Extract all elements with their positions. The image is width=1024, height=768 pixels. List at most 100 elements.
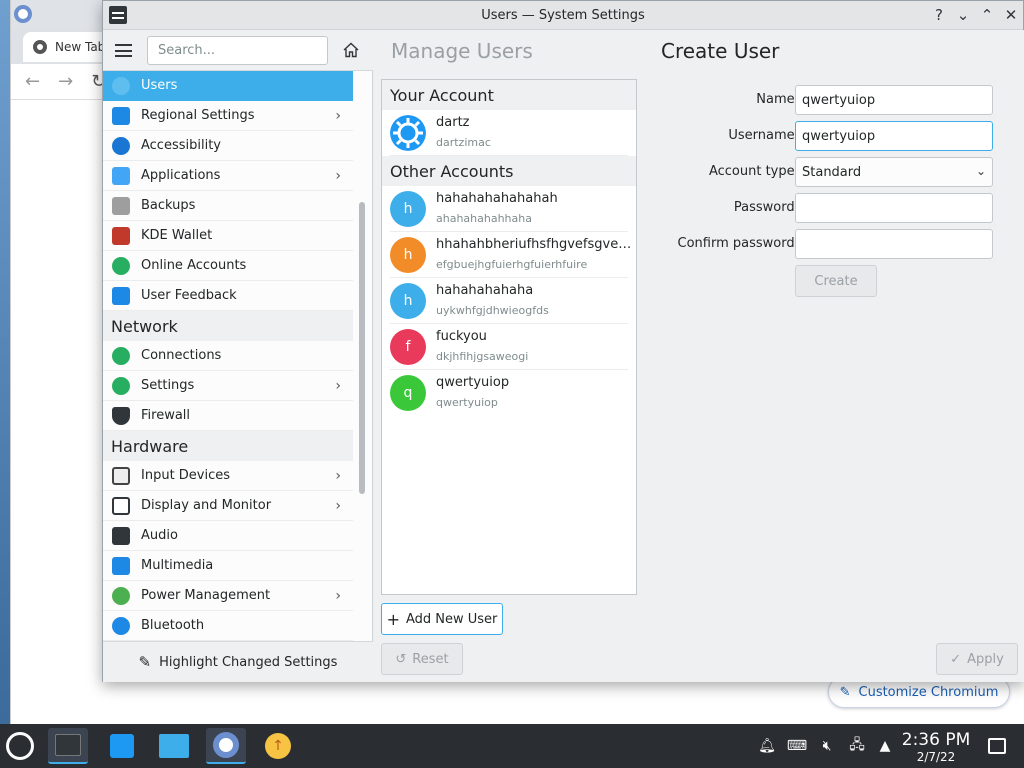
- taskbar-discover[interactable]: [102, 728, 142, 764]
- taskbar-file-manager[interactable]: [154, 728, 194, 764]
- highlight-pen-icon: ✎: [138, 653, 152, 671]
- reset-button[interactable]: ↺ Reset: [381, 643, 463, 675]
- user-login-name: efgbuejhgfuierhgfuierhfuire: [436, 258, 588, 271]
- list-item-user[interactable]: h hahahahahaha uykwhfgjdhwieogfds: [390, 278, 628, 324]
- list-item-user[interactable]: q qwertyuiop qwertyuiop: [390, 370, 628, 416]
- chevron-right-icon: ›: [335, 588, 341, 604]
- sidebar-list: Users Regional Settings › Accessibility …: [103, 71, 353, 641]
- confirm-password-label: Confirm password:: [677, 236, 799, 251]
- user-avatar: q: [390, 375, 426, 411]
- system-settings-window: Users — System Settings ? ⌄ ⌃ ✕ Users Re…: [102, 0, 1024, 682]
- create-button[interactable]: Create: [795, 265, 877, 297]
- list-item-user[interactable]: h hahahahahahahah ahahahahahhaha: [390, 186, 628, 232]
- sidebar-category-hardware: Hardware: [103, 431, 353, 461]
- show-desktop-icon[interactable]: [988, 738, 1006, 754]
- sidebar-item-label: Bluetooth: [141, 618, 205, 633]
- tray-expand-arrow-icon[interactable]: ▲: [875, 736, 895, 756]
- apply-button[interactable]: ✓ Apply: [936, 643, 1018, 675]
- speaker-icon: [112, 527, 130, 545]
- taskbar-system-settings[interactable]: [48, 728, 88, 764]
- forward-arrow-icon[interactable]: →: [58, 71, 73, 92]
- password-field[interactable]: [795, 193, 993, 223]
- back-arrow-icon[interactable]: ←: [25, 71, 40, 92]
- sidebar-item-bluetooth[interactable]: Bluetooth: [103, 611, 353, 641]
- system-settings-icon: [55, 734, 81, 756]
- chevron-down-icon: ⌄: [975, 164, 986, 178]
- add-new-user-button[interactable]: + Add New User: [381, 603, 503, 635]
- maximize-icon[interactable]: ⌃: [977, 5, 997, 25]
- manage-users-title[interactable]: Manage Users: [391, 39, 533, 63]
- sidebar-item-audio[interactable]: Audio: [103, 521, 353, 551]
- sidebar-item-applications[interactable]: Applications ›: [103, 161, 353, 191]
- user-display-name: qwertyuiop: [436, 375, 510, 390]
- list-item-user[interactable]: h hhahahbheriufhsfhgvefsgveh… efgbuejhgf…: [390, 232, 632, 278]
- list-item-your-account[interactable]: dartz dartzimac: [390, 110, 628, 156]
- create-user-title: Create User: [661, 39, 780, 63]
- sidebar-item-label: Audio: [141, 528, 178, 543]
- account-type-select[interactable]: Standard ⌄: [795, 157, 993, 187]
- main-content: Manage Users Create User Your Account da…: [373, 30, 1024, 682]
- account-type-value: Standard: [802, 164, 862, 180]
- volume-muted-icon[interactable]: 🔇︎: [817, 736, 837, 756]
- username-label: Username:: [728, 128, 799, 143]
- user-avatar: f: [390, 329, 426, 365]
- name-field[interactable]: [795, 85, 993, 115]
- username-field[interactable]: [795, 121, 993, 151]
- monitor-icon: [112, 497, 130, 515]
- sidebar-item-connections[interactable]: Connections: [103, 341, 353, 371]
- sidebar-item-multimedia[interactable]: Multimedia: [103, 551, 353, 581]
- sidebar-item-label: Users: [141, 78, 178, 93]
- clock-date[interactable]: 2/7/22: [897, 750, 975, 764]
- checkmark-icon: ✓: [950, 651, 962, 667]
- page-header: Manage Users Create User: [373, 30, 1024, 71]
- sidebar-item-input-devices[interactable]: Input Devices ›: [103, 461, 353, 491]
- user-login-name: uykwhfgjdhwieogfds: [436, 304, 549, 317]
- application-launcher-icon[interactable]: [6, 732, 34, 760]
- user-login-name: dkjhfihjgsaweogi: [436, 350, 529, 363]
- taskbar-chromium[interactable]: [206, 728, 246, 764]
- minimize-icon[interactable]: ⌄: [953, 5, 973, 25]
- help-icon[interactable]: ?: [929, 5, 949, 25]
- sidebar-category-network: Network: [103, 311, 353, 341]
- sidebar-item-backups[interactable]: Backups: [103, 191, 353, 221]
- regional-settings-icon: [112, 107, 130, 125]
- sidebar-item-label: Settings: [141, 378, 195, 393]
- keyboard-icon[interactable]: ⌨: [787, 736, 807, 756]
- search-input[interactable]: [147, 36, 328, 65]
- form-row-password: Password:: [663, 193, 1003, 223]
- list-item-user[interactable]: f fuckyou dkjhfihjgsaweogi: [390, 324, 628, 370]
- hamburger-menu-icon[interactable]: [115, 44, 132, 57]
- sidebar-item-firewall[interactable]: Firewall: [103, 401, 353, 431]
- taskbar-update-notifier[interactable]: ↑: [258, 728, 298, 764]
- chrome-icon: [33, 40, 47, 54]
- user-avatar: h: [390, 191, 426, 227]
- network-icon[interactable]: 🖧: [847, 736, 867, 756]
- reset-label: Reset: [412, 651, 449, 667]
- sidebar-item-power-management[interactable]: Power Management ›: [103, 581, 353, 611]
- notifications-bell-icon[interactable]: 🔔︎: [757, 736, 777, 756]
- apply-label: Apply: [967, 651, 1004, 667]
- chevron-right-icon: ›: [335, 468, 341, 484]
- sidebar-scrollbar[interactable]: [359, 202, 365, 494]
- clock-time[interactable]: 2:36 PM: [897, 730, 975, 750]
- update-arrow-icon: ↑: [265, 733, 291, 759]
- globe-icon: [112, 377, 130, 395]
- sidebar-item-users[interactable]: Users: [103, 71, 353, 101]
- confirm-password-field[interactable]: [795, 229, 993, 259]
- sidebar-item-online-accounts[interactable]: Online Accounts: [103, 251, 353, 281]
- sidebar-item-network-settings[interactable]: Settings ›: [103, 371, 353, 401]
- sidebar-item-regional-settings[interactable]: Regional Settings ›: [103, 101, 353, 131]
- highlight-changed-settings-button[interactable]: ✎ Highlight Changed Settings: [103, 641, 373, 682]
- pencil-icon: ✎: [839, 684, 851, 700]
- applications-icon: [112, 167, 130, 185]
- user-display-name: hhahahbheriufhsfhgvefsgveh…: [436, 237, 632, 252]
- sidebar-item-display-and-monitor[interactable]: Display and Monitor ›: [103, 491, 353, 521]
- sidebar-item-kde-wallet[interactable]: KDE Wallet: [103, 221, 353, 251]
- add-new-user-label: Add New User: [405, 611, 498, 627]
- sidebar-item-user-feedback[interactable]: User Feedback: [103, 281, 353, 311]
- sidebar-item-accessibility[interactable]: Accessibility: [103, 131, 353, 161]
- close-icon[interactable]: ✕: [1001, 5, 1021, 25]
- sidebar-item-label: Connections: [141, 348, 222, 363]
- home-icon[interactable]: [343, 42, 359, 58]
- user-login-name: qwertyuiop: [436, 396, 498, 409]
